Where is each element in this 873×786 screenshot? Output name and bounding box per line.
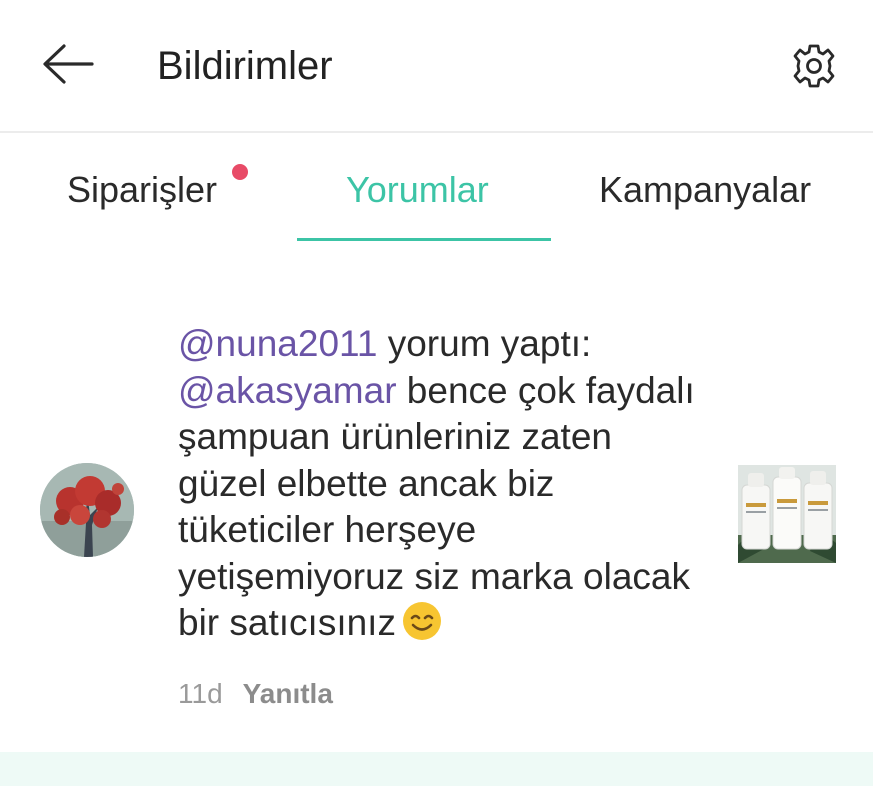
avatar[interactable]: [40, 463, 134, 557]
arrow-left-icon: [43, 44, 94, 84]
product-thumbnail[interactable]: [738, 465, 836, 563]
shampoo-bottles-image: [738, 465, 836, 563]
comment-meta: 11d Yanıtla: [178, 674, 333, 714]
user-mention[interactable]: @akasyamar: [178, 370, 397, 411]
tab-campaigns[interactable]: Kampanyalar: [599, 164, 811, 216]
orders-badge-dot: [232, 164, 248, 180]
comment-line1: bence çok: [396, 369, 576, 411]
comment-action: yorum yaptı:: [377, 323, 592, 364]
tab-comments[interactable]: Yorumlar: [346, 164, 489, 216]
tree-painting-image: [40, 463, 134, 557]
smiling-face-icon: [400, 601, 444, 641]
reply-button[interactable]: Yanıtla: [243, 678, 333, 709]
tab-orders[interactable]: Siparişler: [67, 164, 217, 216]
comment-text: @nuna2011 yorum yaptı: @akasyamar bence ç…: [178, 321, 698, 647]
author-mention[interactable]: @nuna2011: [178, 323, 377, 364]
app-header: Bildirimler: [0, 0, 873, 133]
settings-button[interactable]: [788, 40, 840, 92]
back-button[interactable]: [40, 42, 96, 86]
next-notification-row[interactable]: [0, 752, 873, 786]
comment-time: 11d: [178, 678, 223, 709]
gear-icon: [793, 44, 835, 88]
active-tab-indicator: [297, 238, 551, 241]
page-title: Bildirimler: [157, 44, 333, 88]
header-divider: [0, 131, 873, 133]
